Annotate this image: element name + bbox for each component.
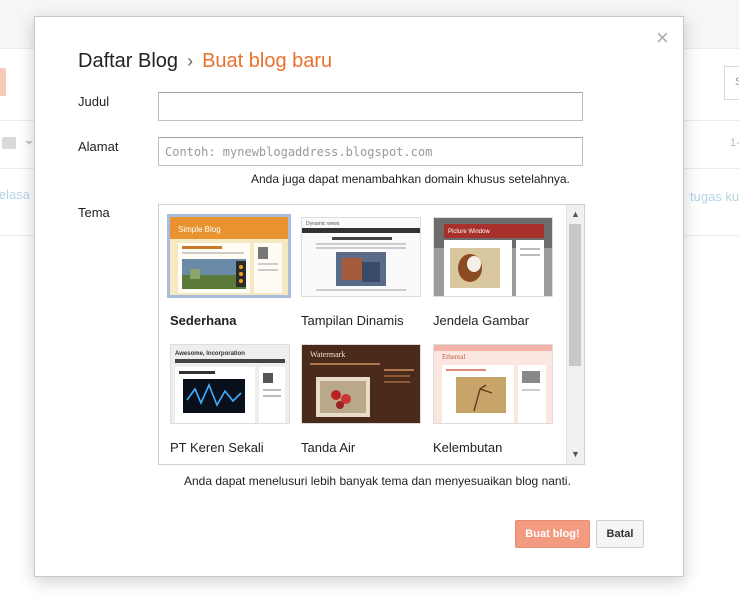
background-search-box: S xyxy=(724,66,739,100)
picture-window-preview: Picture Window xyxy=(434,218,552,296)
breadcrumb-current: Buat blog baru xyxy=(202,50,333,72)
theme-picker: Simple Blog Sederhana Dynamic views Tamp… xyxy=(158,204,585,465)
theme-name: Tampilan Dinamis xyxy=(301,313,404,328)
scroll-down-icon[interactable]: ▼ xyxy=(571,450,580,459)
background-search-box-text: S xyxy=(735,76,739,88)
create-blog-dialog: × Daftar Blog › Buat blog baru Judul Alama… xyxy=(34,16,684,577)
watermark-preview: Watermark xyxy=(302,345,420,423)
blog-title-input[interactable] xyxy=(158,92,583,121)
background-post-text: jelasa xyxy=(0,187,30,202)
background-post-text: tugas ku xyxy=(690,189,739,204)
theme-name: Tanda Air xyxy=(301,440,356,455)
thumb-title: Simple Blog xyxy=(178,225,221,234)
dynamic-views-preview: Dynamic views xyxy=(302,218,420,296)
close-icon[interactable]: × xyxy=(656,25,669,51)
background-count: 1- xyxy=(730,137,739,149)
theme-thumbnail: Picture Window xyxy=(433,217,553,297)
thumb-title: Ethereal xyxy=(442,353,465,361)
theme-name: Kelembutan xyxy=(433,440,503,455)
theme-name: Jendela Gambar xyxy=(433,313,530,328)
chevron-down-icon xyxy=(25,141,33,145)
label-icon xyxy=(2,137,16,149)
awesome-inc-preview: Awesome, Incorporation xyxy=(171,345,289,423)
simple-blog-preview: Simple Blog xyxy=(170,217,288,295)
create-blog-button[interactable]: Buat blog! xyxy=(515,520,590,548)
theme-thumbnail: Awesome, Incorporation xyxy=(170,344,290,424)
theme-name: Sederhana xyxy=(170,313,237,328)
background-button xyxy=(0,68,6,96)
theme-label: Tema xyxy=(78,205,110,220)
scroll-up-icon[interactable]: ▲ xyxy=(571,210,580,219)
blog-address-input[interactable] xyxy=(158,137,583,166)
theme-thumbnail: Simple Blog xyxy=(167,214,291,298)
dialog-title: Daftar Blog › Buat blog baru xyxy=(78,50,332,73)
thumb-title: Awesome, Incorporation xyxy=(175,351,245,357)
cancel-button[interactable]: Batal xyxy=(596,520,644,548)
thumb-title: Watermark xyxy=(310,350,345,359)
theme-thumbnail: Dynamic views xyxy=(301,217,421,297)
address-hint: Anda juga dapat menambahkan domain khusu… xyxy=(251,172,570,186)
thumb-title: Dynamic views xyxy=(306,221,340,227)
theme-thumbnail: Watermark xyxy=(301,344,421,424)
thumb-title: Picture Window xyxy=(448,229,490,235)
breadcrumb-separator: › xyxy=(187,51,194,71)
theme-hint: Anda dapat menelusuri lebih banyak tema … xyxy=(184,474,571,488)
title-label: Judul xyxy=(78,94,110,109)
theme-thumbnail: Ethereal xyxy=(433,344,553,424)
theme-picker-scrollbar[interactable]: ▲ ▼ xyxy=(566,205,584,464)
scrollbar-thumb[interactable] xyxy=(569,224,581,366)
ethereal-preview: Ethereal xyxy=(434,345,552,423)
address-label: Alamat xyxy=(78,139,119,154)
theme-name: PT Keren Sekali xyxy=(170,440,264,455)
breadcrumb-root[interactable]: Daftar Blog xyxy=(78,50,178,72)
